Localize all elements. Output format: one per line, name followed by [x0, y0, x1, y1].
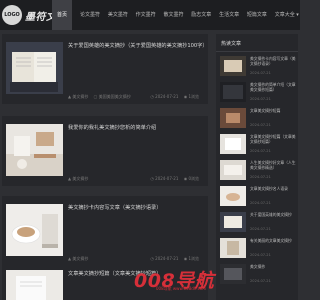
nav-item-4[interactable]: 散文墨符 — [163, 0, 183, 30]
sidebar-thumbnail[interactable] — [220, 238, 246, 258]
sidebar-thumbnail[interactable] — [220, 160, 246, 180]
sidebar-item-date: 2024-07-21 — [250, 149, 271, 153]
article-thumbnail[interactable] — [6, 42, 63, 94]
nav-item-2[interactable]: 美文墨符 — [108, 0, 128, 30]
article-thumbnail[interactable] — [6, 204, 63, 256]
nav-item-5[interactable]: 励志文章 — [191, 0, 211, 30]
watermark-subtext: 008导航 www.008dh.com — [156, 286, 207, 291]
subcategory-tag[interactable]: ▢ 美国美国美文摘抄 — [94, 94, 131, 99]
article-stats: ◷ 2024-07-21 ◉ 0浏览 — [150, 176, 203, 182]
nav-item-home[interactable]: 首页 — [52, 0, 73, 30]
sidebar-thumbnail[interactable] — [220, 134, 246, 154]
top-navigation-bar: LOGO 墨符文卡 首页 论文墨符 美文墨符 作文墨符 散文墨符 励志文章 生活… — [0, 0, 300, 30]
category-tag[interactable]: ▲ 美文摘抄 — [68, 94, 88, 99]
sidebar-item[interactable]: 人生美文摘抄好文章（人生美文摘抄精选） 2024-07-21 — [220, 160, 296, 186]
article-thumbnail[interactable] — [6, 270, 63, 300]
views-text: ◉ 1浏览 — [183, 94, 199, 99]
sidebar-item-date: 2024-07-21 — [250, 123, 271, 127]
views-text: ◉ 0浏览 — [183, 176, 199, 181]
article-card[interactable]: 关于爱国英雄的美文摘抄（关于爱国英雄的美文摘抄100字） ▲ 美文摘抄 ▢ 美国… — [2, 34, 208, 104]
category-tag[interactable]: ▲ 美文摘抄 — [68, 176, 88, 181]
sidebar-item[interactable]: 美文摘抄卡内容写文章（美文摘抄语录） 2024-07-21 — [220, 56, 296, 82]
sidebar-item[interactable]: 有关美丽的文章美文摘抄 2024-07-21 — [220, 238, 296, 264]
sidebar-item[interactable]: 文章美文摘抄名人语录 2024-07-21 — [220, 186, 296, 212]
date-text: ◷ 2024-07-21 — [150, 94, 179, 99]
views-text: ◉ 1浏览 — [183, 256, 199, 261]
sidebar-item-date: 2024-07-21 — [250, 227, 271, 231]
article-card[interactable]: 美文摘抄卡内容写文章（美文摘抄语录） ▲ 美文摘抄 ◷ 2024-07-21 ◉… — [2, 196, 208, 266]
nav-item-more[interactable]: 文章大全 ▾ — [275, 0, 299, 30]
article-meta: ▲ 美文摘抄 ▢ 美国美国美文摘抄 — [68, 94, 135, 100]
sidebar-item-title[interactable]: 文章美文摘抄短篇（文章美文摘抄短篇） — [250, 134, 298, 144]
article-thumbnail[interactable] — [6, 124, 63, 176]
nav-item-1[interactable]: 论文墨符 — [80, 0, 100, 30]
sidebar-item-date: 2024-07-21 — [250, 253, 271, 257]
sidebar-item[interactable]: 关于爱国英雄的美文摘抄 2024-07-21 — [220, 212, 296, 238]
watermark-logo: 008导航 008导航 www.008dh.com — [134, 264, 274, 294]
date-text: ◷ 2024-07-21 — [150, 256, 179, 261]
nav-item-3[interactable]: 作文墨符 — [136, 0, 156, 30]
nav-item-6[interactable]: 生活文章 — [219, 0, 239, 30]
date-text: ◷ 2024-07-21 — [150, 176, 179, 181]
article-title[interactable]: 关于爱国英雄的美文摘抄（关于爱国英雄的美文摘抄100字） — [68, 43, 208, 51]
sidebar-thumbnail[interactable] — [220, 212, 246, 232]
sidebar-item-date: 2024-07-21 — [250, 201, 271, 205]
sidebar-thumbnail[interactable] — [220, 82, 246, 102]
sidebar-thumbnail[interactable] — [220, 56, 246, 76]
sidebar-item[interactable]: 文章美文摘抄短篇（文章美文摘抄短篇） 2024-07-21 — [220, 134, 296, 160]
sidebar-item-title[interactable]: 有关美丽的文章美文摘抄 — [250, 238, 298, 243]
sidebar-item[interactable]: 文章美文摘抄短篇 2024-07-21 — [220, 108, 296, 134]
sidebar-item-title[interactable]: 人生美文摘抄好文章（人生美文摘抄精选） — [250, 160, 298, 170]
sidebar-thumbnail[interactable] — [220, 186, 246, 206]
sidebar-item-title[interactable]: 美文摘抄的简单介绍（文章美文摘抄短篇） — [250, 82, 298, 92]
article-stats: ◷ 2024-07-21 ◉ 1浏览 — [150, 94, 203, 100]
sidebar-title: 热读文章 — [221, 41, 242, 47]
sidebar-header: 热读文章 — [216, 34, 298, 52]
sidebar-item[interactable]: 美文摘抄的简单介绍（文章美文摘抄短篇） 2024-07-21 — [220, 82, 296, 108]
article-meta: ▲ 美文摘抄 — [68, 176, 92, 182]
article-title[interactable]: 我爱你的我礼美文摘抄您析的简单介绍 — [68, 125, 206, 133]
sidebar-item-date: 2024-07-21 — [250, 175, 271, 179]
article-title[interactable]: 美文摘抄卡内容写文章（美文摘抄语录） — [68, 205, 206, 213]
category-tag[interactable]: ▲ 美文摘抄 — [68, 256, 88, 261]
hot-articles-sidebar: 热读文章 美文摘抄卡内容写文章（美文摘抄语录） 2024-07-21 美文摘抄的… — [216, 34, 298, 300]
sidebar-item-title[interactable]: 关于爱国英雄的美文摘抄 — [250, 212, 298, 217]
sidebar-item-title[interactable]: 美文摘抄卡内容写文章（美文摘抄语录） — [250, 56, 298, 66]
sidebar-item-title[interactable]: 文章美文摘抄名人语录 — [250, 186, 298, 191]
article-card[interactable]: 我爱你的我礼美文摘抄您析的简单介绍 ▲ 美文摘抄 ◷ 2024-07-21 ◉ … — [2, 116, 208, 186]
sidebar-thumbnail[interactable] — [220, 108, 246, 128]
logo-badge-icon: LOGO — [2, 5, 22, 25]
sidebar-item-title[interactable]: 文章美文摘抄短篇 — [250, 108, 298, 113]
sidebar-item-date: 2024-07-21 — [250, 71, 271, 75]
nav-item-7[interactable]: 短篇文章 — [247, 0, 267, 30]
sidebar-item-date: 2024-07-21 — [250, 97, 271, 101]
main-nav: 首页 论文墨符 美文墨符 作文墨符 散文墨符 励志文章 生活文章 短篇文章 文章… — [52, 0, 307, 30]
